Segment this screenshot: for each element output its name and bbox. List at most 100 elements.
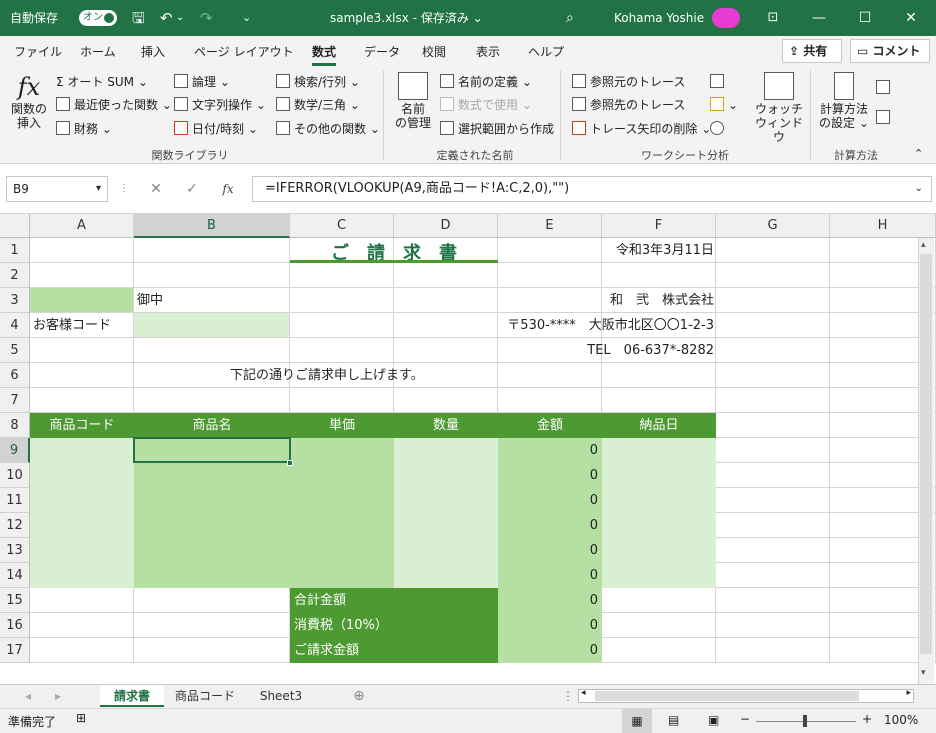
add-sheet-icon[interactable]: ⊕ (346, 685, 372, 707)
autosum-button[interactable]: Σ オート SUM ⌄ (56, 74, 148, 90)
zoom-slider-thumb[interactable] (803, 715, 807, 727)
cell[interactable] (134, 263, 290, 288)
tab-review[interactable]: 校閲 (422, 43, 446, 60)
row-header[interactable]: 6 (0, 363, 30, 388)
enter-icon[interactable]: ✓ (180, 176, 204, 202)
calculate-sheet-button[interactable] (876, 110, 894, 126)
text-functions-button[interactable]: 文字列操作 ⌄ (174, 97, 266, 113)
cell[interactable] (290, 463, 394, 488)
row-header[interactable]: 17 (0, 638, 30, 663)
tab-view[interactable]: 表示 (476, 43, 500, 60)
cell[interactable] (30, 613, 134, 638)
scroll-right-icon[interactable]: ▸ (906, 688, 911, 698)
cell[interactable] (134, 563, 290, 588)
tab-formulas[interactable]: 数式 (312, 43, 337, 66)
row-header[interactable]: 12 (0, 513, 30, 538)
prev-sheet-icon[interactable]: ◂ (20, 685, 36, 707)
cell[interactable] (716, 388, 830, 413)
normal-view-icon[interactable]: ▦ (622, 709, 652, 733)
horizontal-scrollbar[interactable]: ◂ ▸ (578, 688, 914, 703)
cell[interactable] (716, 438, 830, 463)
cell[interactable] (602, 463, 716, 488)
cell[interactable] (290, 313, 394, 338)
cell[interactable] (30, 463, 134, 488)
cell[interactable] (716, 538, 830, 563)
remove-arrows-button[interactable]: トレース矢印の削除 ⌄ (572, 121, 711, 137)
cell[interactable] (498, 238, 602, 263)
cell[interactable] (498, 388, 602, 413)
expand-formula-icon[interactable]: ⌄ (915, 177, 923, 201)
cell[interactable] (716, 363, 830, 388)
cell[interactable] (716, 563, 830, 588)
customize-qat-icon[interactable]: ⌄ (242, 0, 251, 36)
cell[interactable] (30, 563, 134, 588)
scroll-left-icon[interactable]: ◂ (581, 688, 586, 698)
formula-input[interactable]: =IFERROR(VLOOKUP(A9,商品コード!A:C,2,0),"") ⌄ (252, 176, 932, 202)
zoom-in-icon[interactable]: + (862, 712, 872, 726)
cell[interactable] (134, 338, 290, 363)
calc-options-button[interactable]: 計算方法 の設定 ⌄ (816, 72, 872, 130)
cell[interactable] (290, 563, 394, 588)
collapse-ribbon-icon[interactable]: ⌃ (914, 146, 923, 162)
select-all-corner[interactable] (0, 214, 30, 238)
financial-button[interactable]: 財務 ⌄ (56, 121, 112, 137)
cell[interactable] (716, 313, 830, 338)
row-header[interactable]: 11 (0, 488, 30, 513)
cell[interactable] (134, 388, 290, 413)
math-button[interactable]: 数学/三角 ⌄ (276, 97, 360, 113)
cell[interactable] (716, 288, 830, 313)
worksheet-grid[interactable]: A B C D E F G H 1 2 3 4 5 6 7 8 9 10 11 12 13 14 15 16 17 ご 請 求 書… (0, 214, 936, 684)
sheet-tab-sheet3[interactable]: Sheet3 (248, 685, 314, 707)
cell[interactable] (602, 438, 716, 463)
search-icon[interactable]: ⌕ (566, 0, 574, 36)
zoom-level[interactable]: 100% (884, 713, 918, 727)
column-header[interactable]: A (30, 214, 134, 238)
calculate-now-button[interactable] (876, 80, 894, 96)
insert-function-button[interactable]: fx 関数の 挿入 (6, 72, 52, 130)
row-header[interactable]: 7 (0, 388, 30, 413)
column-header[interactable]: B (134, 214, 290, 238)
column-header[interactable]: G (716, 214, 830, 238)
define-name-button[interactable]: 名前の定義 ⌄ (440, 74, 532, 90)
column-header[interactable]: D (394, 214, 498, 238)
cell[interactable] (602, 513, 716, 538)
cell[interactable] (134, 488, 290, 513)
cell[interactable] (134, 638, 290, 663)
cell[interactable] (602, 613, 716, 638)
show-formulas-button[interactable] (710, 74, 728, 90)
row-header[interactable]: 15 (0, 588, 30, 613)
trace-dependents-button[interactable]: 参照先のトレース (572, 97, 685, 113)
zoom-out-icon[interactable]: − (740, 712, 750, 726)
column-header[interactable]: F (602, 214, 716, 238)
cell[interactable] (394, 463, 498, 488)
cell[interactable] (30, 488, 134, 513)
cell[interactable] (30, 438, 134, 463)
tab-home[interactable]: ホーム (80, 43, 116, 60)
page-break-view-icon[interactable]: ▣ (708, 713, 719, 727)
cell[interactable] (134, 588, 290, 613)
name-box-dropdown-icon[interactable]: ▾ (96, 177, 101, 201)
autosave-toggle[interactable]: オン (79, 10, 117, 26)
minimize-icon[interactable]: — (796, 0, 842, 36)
cell[interactable] (290, 538, 394, 563)
cell[interactable] (30, 238, 134, 263)
maximize-icon[interactable]: ☐ (842, 0, 888, 36)
cell[interactable] (30, 513, 134, 538)
sheet-tab-invoice[interactable]: 請求書 (100, 685, 164, 707)
cell[interactable] (30, 538, 134, 563)
column-header[interactable]: C (290, 214, 394, 238)
cell[interactable] (498, 263, 602, 288)
ribbon-display-icon[interactable]: ⊡ (750, 0, 796, 36)
row-header[interactable]: 2 (0, 263, 30, 288)
logical-button[interactable]: 論理 ⌄ (174, 74, 230, 90)
tab-insert[interactable]: 挿入 (141, 43, 165, 60)
undo-icon[interactable]: ↶ (160, 0, 173, 36)
cell[interactable] (394, 388, 498, 413)
cell[interactable] (30, 363, 134, 388)
cell[interactable] (602, 538, 716, 563)
more-functions-button[interactable]: その他の関数 ⌄ (276, 121, 380, 137)
scroll-thumb[interactable] (595, 691, 859, 701)
row-header[interactable]: 16 (0, 613, 30, 638)
cell[interactable] (602, 263, 716, 288)
row-header[interactable]: 14 (0, 563, 30, 588)
